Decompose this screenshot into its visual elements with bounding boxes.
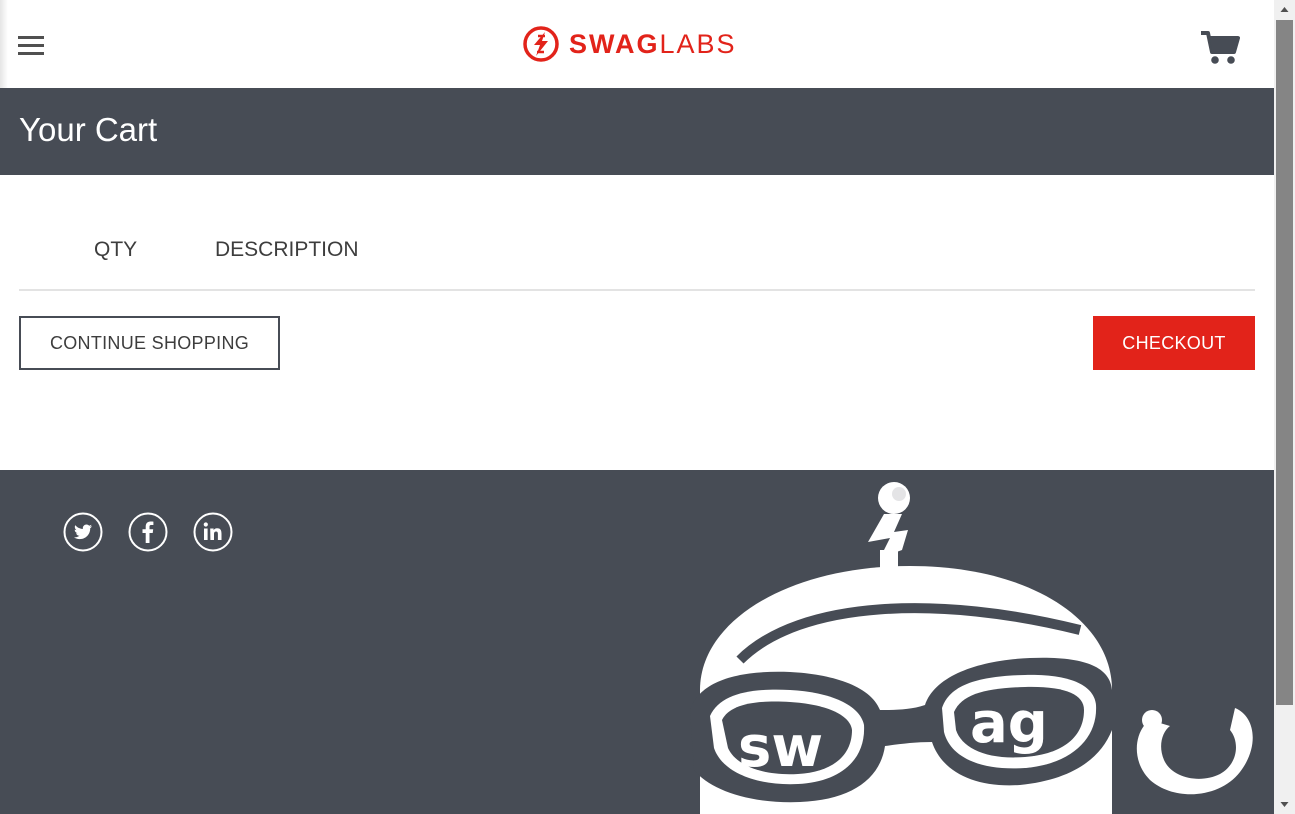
lightning-bolt-icon bbox=[523, 26, 559, 62]
continue-shopping-button[interactable]: CONTINUE SHOPPING bbox=[19, 316, 280, 370]
checkout-button[interactable]: CHECKOUT bbox=[1093, 316, 1255, 370]
scroll-up-arrow-icon[interactable] bbox=[1274, 0, 1295, 20]
vertical-scrollbar[interactable] bbox=[1274, 0, 1295, 814]
logo-text-bold: SWAG bbox=[569, 29, 660, 59]
scrollbar-thumb[interactable] bbox=[1276, 20, 1293, 705]
header: SWAGLABS bbox=[0, 0, 1274, 88]
logo-text: SWAGLABS bbox=[569, 26, 737, 62]
robot-text-sw: sw bbox=[738, 715, 823, 780]
linkedin-icon[interactable] bbox=[193, 512, 233, 552]
shopping-cart-icon[interactable] bbox=[1200, 30, 1240, 66]
cart-divider bbox=[19, 289, 1255, 291]
robot-text-ag: ag bbox=[970, 691, 1048, 756]
logo-text-light: LABS bbox=[659, 29, 737, 59]
twitter-icon[interactable] bbox=[63, 512, 103, 552]
scroll-down-arrow-icon[interactable] bbox=[1274, 794, 1295, 814]
subheader bbox=[0, 88, 1274, 175]
qty-column-header: QTY bbox=[94, 238, 138, 261]
footer: sw ag bbox=[0, 470, 1274, 814]
swag-robot-mascot: sw ag bbox=[690, 482, 1253, 814]
swag-labs-logo: SWAGLABS bbox=[523, 26, 737, 62]
description-column-header: DESCRIPTION bbox=[215, 238, 359, 261]
page-title: Your Cart bbox=[19, 111, 158, 148]
facebook-icon[interactable] bbox=[128, 512, 168, 552]
page: SWAGLABS Your Cart QTY DESCRIPTION CONTI… bbox=[0, 0, 1274, 814]
hamburger-menu-icon[interactable] bbox=[18, 36, 44, 58]
